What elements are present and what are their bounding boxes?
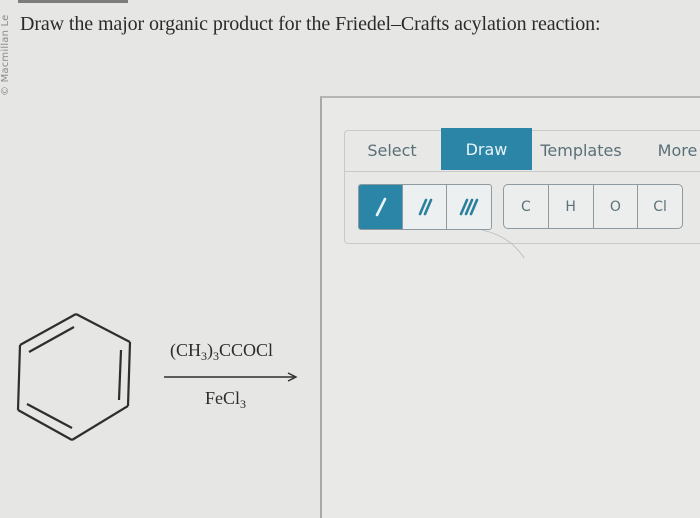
- reaction-scheme: [16, 313, 298, 441]
- double-bond-inner-3: [26, 403, 73, 429]
- triple-bond-button[interactable]: [447, 185, 491, 229]
- bond-1: [75, 313, 131, 343]
- copyright-watermark: © Macmillan Le: [0, 14, 11, 96]
- atom-chlorine-button[interactable]: Cl: [638, 185, 682, 228]
- question-prompt: Draw the major organic product for the F…: [20, 13, 601, 35]
- double-bond-inner-2: [117, 349, 123, 401]
- double-bond-icon: [418, 198, 432, 216]
- top-edge-shadow: [18, 0, 128, 3]
- single-bond-icon: [375, 197, 386, 217]
- atom-oxygen-button[interactable]: O: [594, 185, 639, 228]
- bond-3: [71, 405, 129, 441]
- atom-tool-group: C H O Cl: [503, 184, 683, 229]
- tab-templates[interactable]: Templates: [536, 130, 626, 171]
- reaction-arrow: [164, 372, 298, 382]
- reagent-catalyst: FeCl3: [205, 388, 247, 411]
- single-bond-button[interactable]: [359, 185, 403, 229]
- atom-carbon-button[interactable]: C: [504, 185, 549, 228]
- triple-bond-icon: [459, 198, 479, 216]
- double-bond-inner-1: [28, 326, 75, 353]
- tab-more[interactable]: More: [650, 130, 700, 171]
- benzene-ring: [16, 313, 132, 441]
- toolbar-divider: [344, 171, 700, 172]
- bond-tool-group: [358, 184, 492, 230]
- reagent-acyl-chloride: (CH3)3CCOCl: [170, 340, 274, 363]
- double-bond-button[interactable]: [403, 185, 447, 229]
- screen-glare-mark: [481, 229, 525, 259]
- atom-hydrogen-button[interactable]: H: [549, 185, 594, 228]
- bond-5: [16, 344, 22, 411]
- tab-draw[interactable]: Draw: [441, 128, 532, 170]
- tab-select[interactable]: Select: [344, 130, 440, 171]
- bond-2: [126, 341, 132, 407]
